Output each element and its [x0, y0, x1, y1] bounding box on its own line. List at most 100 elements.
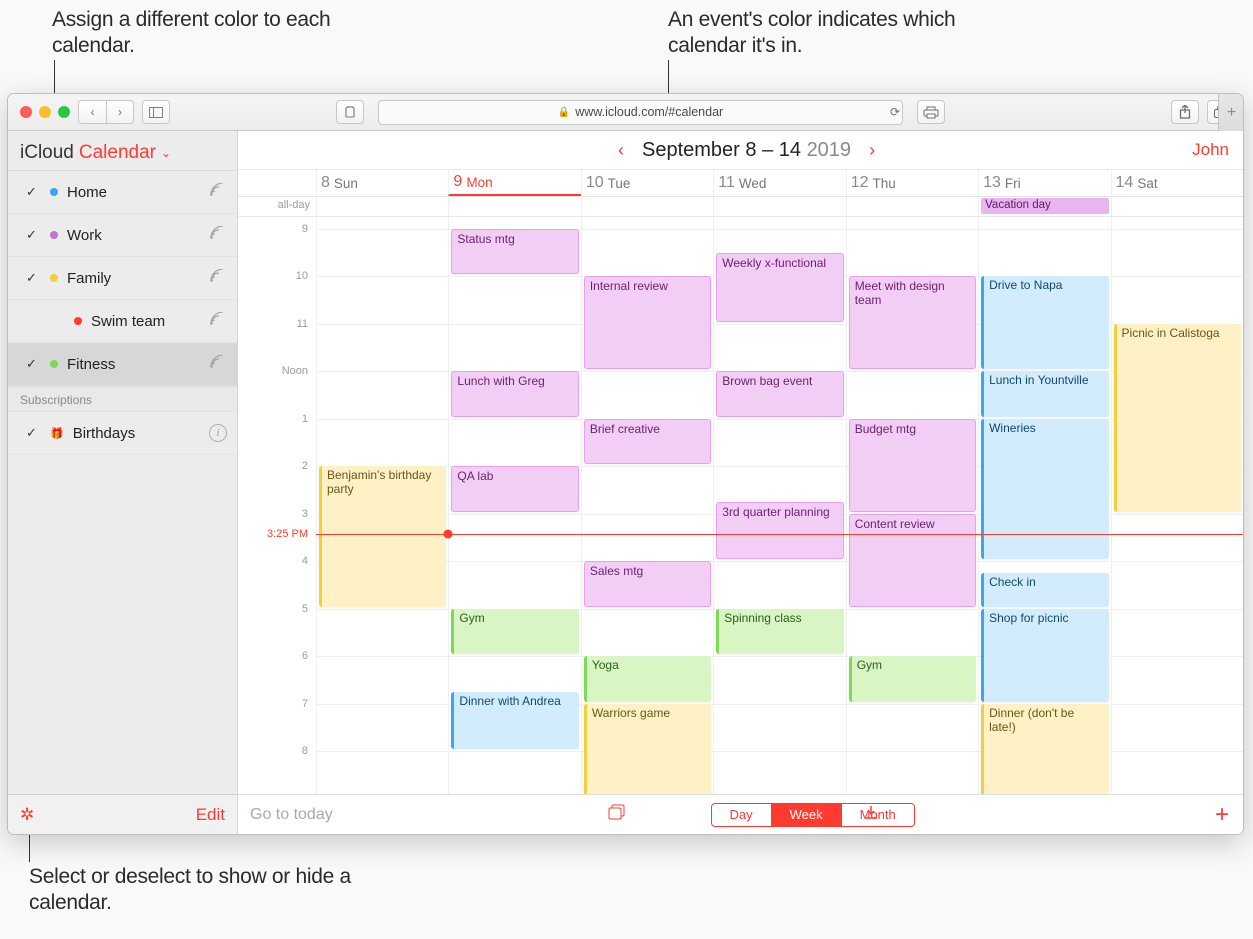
calendar-name: Home [67, 184, 209, 201]
day-column[interactable]: Weekly x-functional Brown bag event 3rd qu… [713, 217, 845, 794]
event[interactable]: QA lab [451, 466, 578, 512]
event[interactable]: Shop for picnic [981, 609, 1108, 702]
calendar-item[interactable]: ✓ Home [8, 171, 237, 214]
allday-cell[interactable] [448, 197, 580, 216]
event[interactable]: Spinning class [716, 609, 843, 655]
calendar-item[interactable]: ✓Family [8, 257, 237, 300]
calendar-checkbox[interactable]: ✓ [26, 184, 40, 200]
allday-cell[interactable] [316, 197, 448, 216]
event[interactable]: Content review [849, 514, 976, 607]
event[interactable]: Check in [981, 573, 1108, 607]
url-bar[interactable]: 🔒 www.icloud.com/#calendar [378, 100, 903, 125]
download-icon[interactable] [863, 804, 879, 825]
day-header[interactable]: 13 Fri [978, 170, 1110, 196]
allday-cell[interactable] [846, 197, 978, 216]
hour-label: 7 [302, 698, 308, 710]
event[interactable]: Brown bag event [716, 371, 843, 417]
hour-label: 11 [297, 318, 308, 330]
calendar-item[interactable]: ✓Fitness [8, 343, 237, 386]
calendar-item[interactable]: Swim team [8, 300, 237, 343]
minimize-button[interactable] [39, 106, 51, 118]
day-header[interactable]: 12 Thu [846, 170, 978, 196]
day-column[interactable]: Internal review Brief creative Sales mtg Yo… [581, 217, 713, 794]
share-button[interactable] [1171, 100, 1199, 124]
edit-button[interactable]: Edit [196, 805, 225, 825]
event[interactable]: Lunch with Greg [451, 371, 578, 417]
info-icon[interactable]: i [209, 424, 227, 442]
calendar-checkbox[interactable]: ✓ [26, 356, 40, 372]
event[interactable]: Status mtg [451, 229, 578, 275]
hour-label: 3 [302, 508, 308, 520]
allday-cell[interactable] [713, 197, 845, 216]
day-column[interactable]: Meet with design team Budget mtgContent r… [846, 217, 978, 794]
new-tab-button[interactable]: + [1218, 94, 1244, 131]
event[interactable]: Meet with design team [849, 276, 976, 369]
sidebar-toggle-button[interactable] [142, 100, 170, 124]
subscription-item[interactable]: ✓🎁Birthdaysi [8, 412, 237, 455]
app-switcher[interactable]: iCloud Calendar ⌄ [8, 131, 237, 170]
day-header[interactable]: 14 Sat [1111, 170, 1243, 196]
day-header[interactable]: 8 Sun [316, 170, 448, 196]
next-week-button[interactable]: › [869, 140, 875, 161]
close-button[interactable] [20, 106, 32, 118]
event[interactable]: Dinner with Andrea [451, 692, 578, 749]
event[interactable]: Internal review [584, 276, 711, 369]
event[interactable]: Budget mtg [849, 419, 976, 512]
allday-cell[interactable] [1111, 197, 1243, 216]
allday-event[interactable]: Vacation day [981, 198, 1108, 214]
calendar-item[interactable]: ✓ Work [8, 214, 237, 257]
event[interactable]: Dinner (don't be late!) [981, 704, 1108, 794]
calendar-checkbox[interactable]: ✓ [26, 425, 40, 441]
calendars-icon[interactable] [608, 804, 626, 825]
event[interactable]: Picnic in Calistoga [1114, 324, 1241, 512]
share-icon[interactable] [209, 355, 227, 373]
browser-window: ‹ › 🔒 www.icloud.com/#calendar ⟳ + [7, 93, 1244, 835]
user-menu[interactable]: John [1192, 140, 1229, 160]
print-button[interactable] [917, 100, 945, 124]
event[interactable]: Drive to Napa [981, 276, 1108, 369]
calendar-checkbox[interactable]: ✓ [26, 270, 40, 286]
view-day[interactable]: Day [712, 804, 772, 826]
calendar-checkbox[interactable]: ✓ [26, 227, 40, 243]
back-button[interactable]: ‹ [78, 100, 106, 124]
week-grid[interactable]: 91011Noon123456783:25 PM Benjamin's birt… [238, 217, 1243, 794]
prev-week-button[interactable]: ‹ [618, 140, 624, 161]
gear-icon[interactable]: ✲ [20, 805, 34, 825]
event[interactable]: Benjamin's birthday party [319, 466, 446, 607]
view-week[interactable]: Week [772, 804, 842, 826]
day-column[interactable]: Drive to NapaLunch in YountvilleWineries… [978, 217, 1110, 794]
day-column[interactable]: Picnic in Calistoga [1111, 217, 1243, 794]
day-header[interactable]: 11 Wed [713, 170, 845, 196]
forward-button[interactable]: › [106, 100, 134, 124]
day-header[interactable]: 9 Mon [448, 170, 580, 196]
add-event-button[interactable]: + [1215, 801, 1229, 829]
reload-button[interactable]: ⟳ [881, 100, 909, 124]
event[interactable]: Lunch in Yountville [981, 371, 1108, 417]
share-icon[interactable] [209, 312, 227, 330]
event[interactable]: Gym [451, 609, 578, 655]
lock-icon: 🔒 [558, 107, 570, 118]
reader-button[interactable] [336, 100, 364, 124]
hour-label: 4 [302, 555, 308, 567]
share-icon[interactable] [209, 183, 227, 201]
allday-cell[interactable] [581, 197, 713, 216]
event[interactable]: Yoga [584, 656, 711, 702]
event[interactable]: Gym [849, 656, 976, 702]
allday-cell[interactable]: Vacation day [978, 197, 1110, 216]
annotation-bottom: Select or deselect to show or hide a cal… [29, 864, 359, 917]
event[interactable]: Wineries [981, 419, 1108, 560]
day-column[interactable]: Benjamin's birthday party [316, 217, 448, 794]
event[interactable]: Sales mtg [584, 561, 711, 607]
event[interactable]: Weekly x-functional [716, 253, 843, 322]
go-to-today[interactable]: Go to today [250, 806, 333, 824]
day-header[interactable]: 10 Tue [581, 170, 713, 196]
day-column[interactable]: Status mtg Lunch with Greg QA lab Gym Dinner… [448, 217, 580, 794]
calendar-name: Work [67, 227, 209, 244]
event[interactable]: 3rd quarter planning [716, 502, 843, 559]
event[interactable]: Brief creative [584, 419, 711, 465]
share-icon[interactable] [209, 226, 227, 244]
hour-label: 5 [302, 603, 308, 615]
share-icon[interactable] [209, 269, 227, 287]
maximize-button[interactable] [58, 106, 70, 118]
event[interactable]: Warriors game [584, 704, 711, 794]
